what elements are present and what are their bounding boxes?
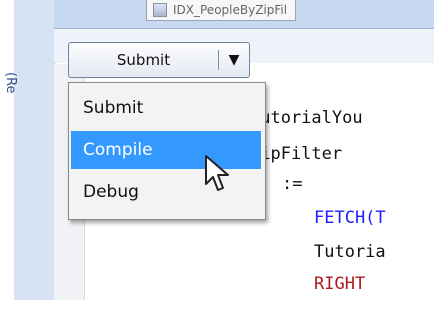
code-line-6: RIGHT: [314, 274, 366, 294]
code-line-5: Tutoria: [314, 242, 386, 262]
code-line-4: FETCH(T: [314, 208, 386, 228]
menu-item-submit[interactable]: Submit: [71, 89, 261, 127]
menu-item-compile[interactable]: Compile: [71, 131, 261, 169]
document-tab-bar: IDX_PeopleByZipFil: [54, 0, 434, 29]
side-panel[interactable]: [14, 0, 55, 300]
screenshot-stage: (Re IDX_PeopleByZipFil TutorialYou ZipFi…: [0, 0, 442, 322]
submit-button[interactable]: Submit: [69, 43, 218, 77]
menu-item-compile-label: Compile: [83, 140, 153, 160]
chevron-down-icon[interactable]: ▼: [219, 43, 249, 77]
document-icon: [153, 3, 167, 17]
menu-item-debug-label: Debug: [83, 182, 139, 202]
code-line-1: TutorialYou: [250, 108, 363, 128]
submit-split-button[interactable]: Submit ▼: [68, 42, 250, 78]
menu-item-debug[interactable]: Debug: [71, 173, 261, 211]
submit-dropdown-menu: Submit Compile Debug: [68, 82, 266, 220]
tab-title: IDX_PeopleByZipFil: [173, 3, 288, 17]
mouse-pointer-icon: [205, 155, 229, 191]
code-line-3: :=: [282, 174, 303, 194]
menu-item-submit-label: Submit: [83, 98, 144, 118]
side-panel-label: (Re: [3, 72, 18, 94]
tab-idx-peoplebyzipfilter[interactable]: IDX_PeopleByZipFil: [146, 0, 297, 21]
